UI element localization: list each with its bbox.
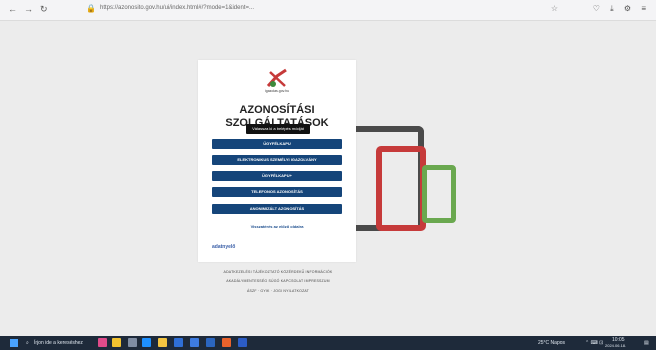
- reload-icon[interactable]: ↻: [40, 4, 48, 15]
- file-explorer-icon[interactable]: [158, 338, 167, 347]
- brand-logo-text: adatnyelő: [212, 244, 236, 250]
- address-bar[interactable]: 🔒 https://azonosito.gov.hu/ui/index.html…: [84, 4, 564, 16]
- government-logo-icon: [266, 68, 287, 88]
- windows-start-icon[interactable]: [10, 339, 18, 347]
- forward-icon[interactable]: →: [24, 4, 33, 14]
- edge-icon[interactable]: [142, 338, 151, 347]
- phone-auth-button[interactable]: TELEFONOS AZONOSÍTÁS: [212, 187, 342, 197]
- footer-links-row2[interactable]: AKADÁLYMENTESSÉG SÚGÓ KAPCSOLAT IMPRESSZ…: [190, 279, 366, 283]
- ugyfelkapu-plus-button[interactable]: ÜGYFÉLKAPU+: [212, 171, 342, 181]
- logo-caption: igazolas.gov.hu: [264, 89, 290, 93]
- tooltip: Válassza ki a belépés módját: [246, 124, 310, 134]
- system-tray-icons[interactable]: ⌃ ⌨ ⊡: [585, 340, 603, 346]
- anonymous-auth-button[interactable]: ANONIMIZÁLT AZONOSÍTÁS: [212, 204, 342, 214]
- weather-text[interactable]: 25°C Napos: [538, 340, 565, 346]
- url-text[interactable]: https://azonosito.gov.hu/ui/index.html#/…: [100, 5, 254, 11]
- footer-links-row1[interactable]: ADATKEZELÉSI TÁJÉKOZTATÓ KÖZÉRDEKŰ INFOR…: [190, 270, 366, 274]
- back-link[interactable]: Visszatérés az előző oldalra: [198, 224, 356, 229]
- taskbar: ⌕ Írjon ide a kereséshez 25°C Napos ⌃ ⌨ …: [0, 336, 656, 350]
- page-title-line1: AZONOSÍTÁSI: [239, 104, 315, 116]
- task-view-icon[interactable]: [128, 338, 137, 347]
- ugyfelkapu-button[interactable]: ÜGYFÉLKAPU: [212, 139, 342, 149]
- firefox-icon[interactable]: [222, 338, 231, 347]
- browser-toolbar: ← → ↻ 🔒 https://azonosito.gov.hu/ui/inde…: [0, 0, 656, 21]
- lock-icon: 🔒: [86, 4, 96, 13]
- search-placeholder: Írjon ide a kereséshez: [34, 340, 83, 346]
- clock-date[interactable]: 2024.06.18.: [605, 343, 626, 348]
- app-icon-blue[interactable]: [206, 338, 215, 347]
- notification-icon[interactable]: ▤: [644, 340, 649, 346]
- taskbar-search[interactable]: ⌕ Írjon ide a kereséshez: [26, 338, 100, 348]
- search-icon: ⌕: [26, 340, 29, 346]
- mail-icon[interactable]: [190, 338, 199, 347]
- word-icon[interactable]: [238, 338, 247, 347]
- illustration-tablet: [376, 146, 426, 231]
- illustration-phone: [422, 165, 456, 223]
- footer-links-row3[interactable]: ÁSZF · GYIK · JOGI NYILATKOZAT: [190, 289, 366, 293]
- bookmark-star-icon[interactable]: ☆: [551, 4, 558, 13]
- back-icon[interactable]: ←: [8, 4, 17, 14]
- store-icon[interactable]: [174, 338, 183, 347]
- app-icon-flowers-2[interactable]: [112, 338, 121, 347]
- app-icon-flowers[interactable]: [98, 338, 107, 347]
- toolbar-icons[interactable]: ♡ ⤓ ⚙ ≡: [593, 4, 650, 14]
- eszemelyi-button[interactable]: ELEKTRONIKUS SZEMÉLYI IGAZOLVÁNY: [212, 155, 342, 165]
